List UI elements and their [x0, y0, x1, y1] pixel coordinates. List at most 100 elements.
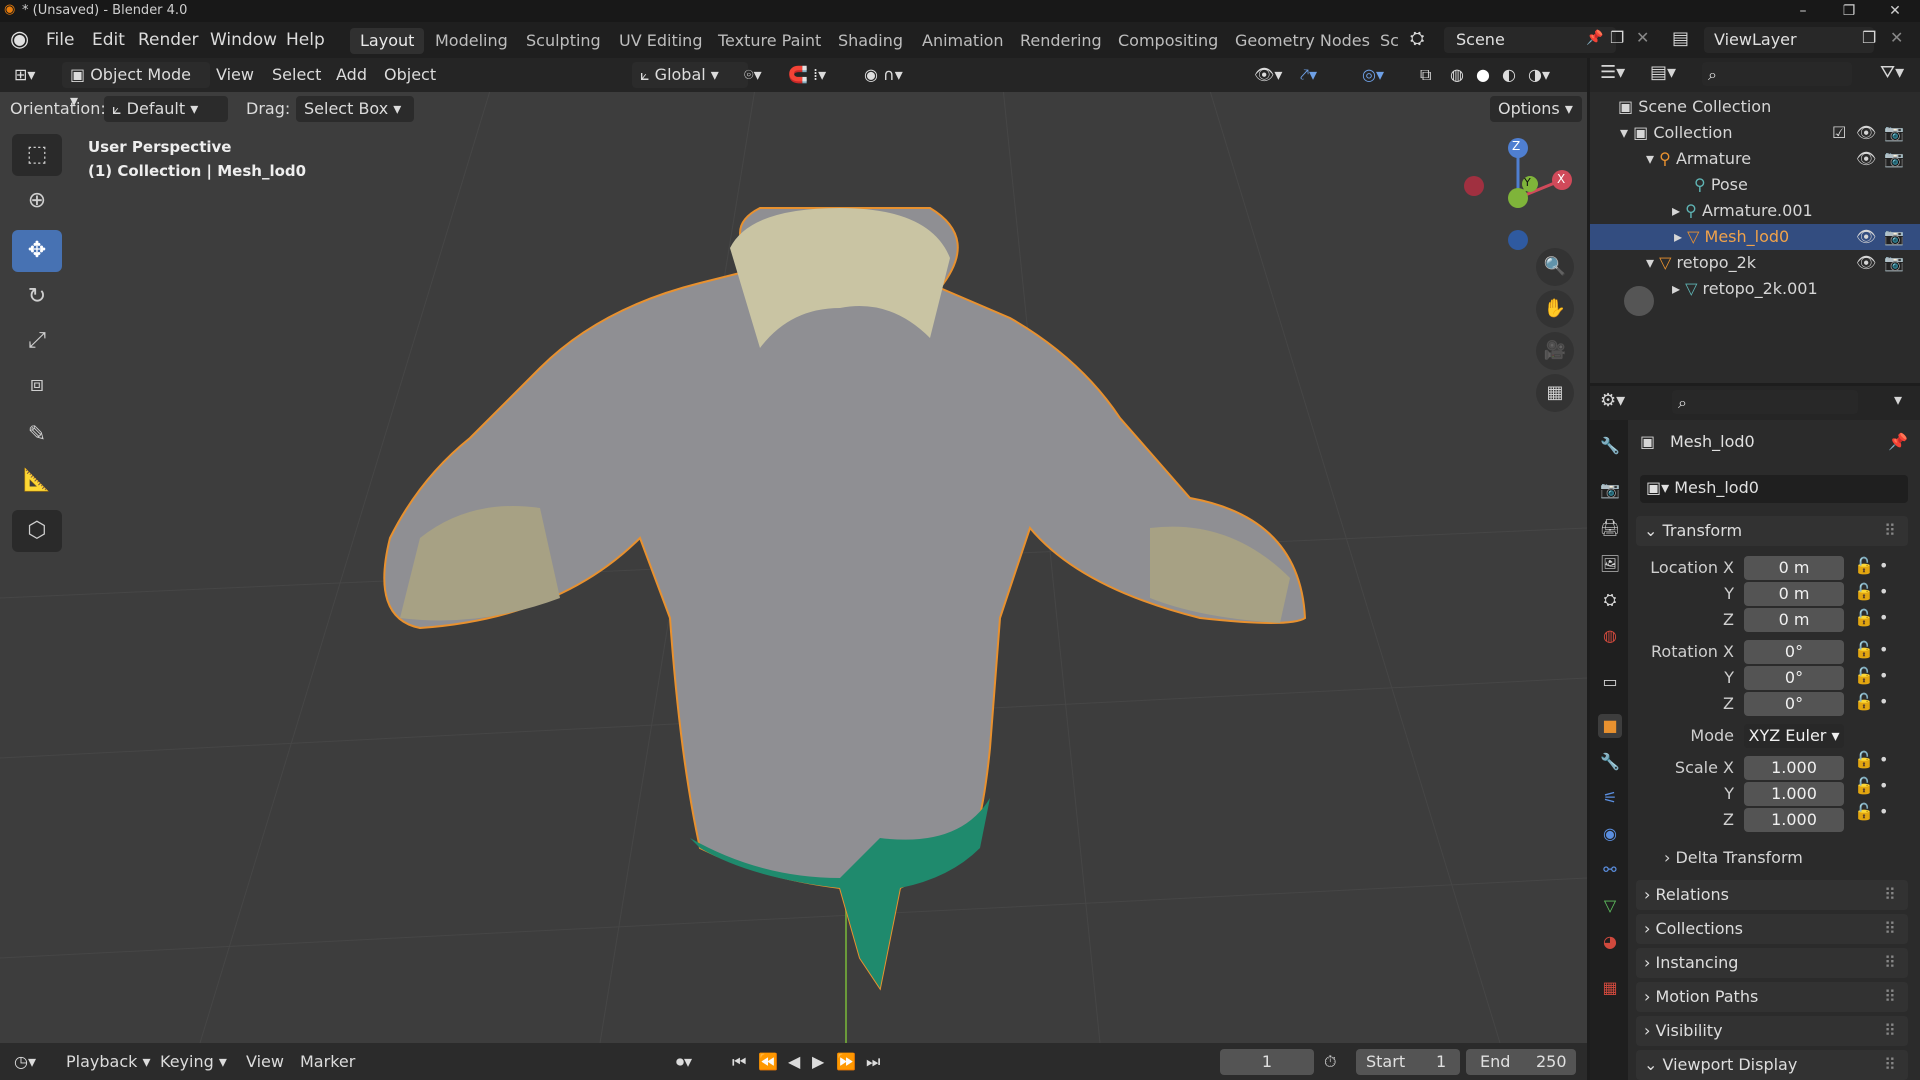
lock-icon[interactable]: 🔓 — [1854, 608, 1874, 627]
location-x-field[interactable]: 0 m — [1744, 556, 1844, 580]
clock-icon[interactable]: ⏱ — [1324, 1049, 1336, 1075]
view-layer-field[interactable]: ViewLayer — [1704, 27, 1874, 53]
tab-uv-editing[interactable]: UV Editing — [609, 28, 712, 54]
menu-add[interactable]: Add — [336, 62, 367, 88]
tab-modeling[interactable]: Modeling — [425, 28, 518, 54]
relations-panel[interactable]: › Relations ⠿ — [1636, 880, 1908, 910]
keyframe-dot-icon[interactable]: • — [1879, 608, 1888, 627]
rotation-x-field[interactable]: 0° — [1744, 640, 1844, 664]
drag-handle-icon[interactable]: ⠿ — [1884, 880, 1896, 910]
menu-keying[interactable]: Keying ▾ — [160, 1049, 227, 1075]
outliner-row-collection[interactable]: ▾ ▣ Collection ☑ 👁 📷 — [1620, 120, 1920, 146]
drag-handle-icon[interactable]: ⠿ — [1884, 948, 1896, 978]
lock-icon[interactable]: 🔓 — [1854, 802, 1874, 821]
transform-orientation-dropdown[interactable]: ⟀ Global ▾ — [632, 62, 748, 88]
keyframe-dot-icon[interactable]: • — [1879, 776, 1888, 795]
current-frame-field[interactable]: 1 — [1220, 1049, 1314, 1075]
world-tab-icon[interactable]: ◍ — [1598, 624, 1622, 648]
menu-playback[interactable]: Playback ▾ — [66, 1049, 151, 1075]
orientation-dropdown[interactable]: ⟀ Default ▾ — [104, 96, 228, 122]
material-tab-icon[interactable]: ◕ — [1598, 930, 1622, 954]
tab-scripting[interactable]: Sc — [1370, 28, 1409, 54]
move-tool[interactable]: ✥ — [12, 230, 62, 272]
outliner-row-retopo-2k-001[interactable]: ▸ ▽ retopo_2k.001 — [1672, 276, 1920, 302]
scene-tab-icon[interactable]: ⛭ — [1598, 588, 1622, 612]
transform-panel-header[interactable]: ⌄ Transform ⠿ — [1636, 516, 1908, 546]
gizmo-toggle-icon[interactable]: ⤤▾ — [1300, 62, 1317, 88]
eye-icon[interactable]: 👁 — [1856, 224, 1876, 250]
outliner-row-mesh-lod0[interactable]: ▸ ▽ Mesh_lod0 👁 📷 — [1590, 224, 1920, 250]
maximize-button[interactable]: ❐ — [1826, 0, 1872, 22]
jump-keyframe-forward-icon[interactable]: ⏩ — [836, 1049, 856, 1075]
minimize-button[interactable]: – — [1780, 0, 1826, 22]
particles-tab-icon[interactable]: ⚟ — [1598, 786, 1622, 810]
new-view-layer-icon[interactable]: ❐ — [1862, 28, 1876, 47]
tab-geometry-nodes[interactable]: Geometry Nodes — [1225, 28, 1380, 54]
delta-transform-subpanel[interactable]: › Delta Transform — [1664, 848, 1803, 867]
drag-handle-icon[interactable]: ⠿ — [1884, 982, 1896, 1012]
menu-help[interactable]: Help — [286, 30, 325, 50]
menu-object[interactable]: Object — [384, 62, 436, 88]
rotation-y-field[interactable]: 0° — [1744, 666, 1844, 690]
tool-tab-icon[interactable]: 🔧 — [1598, 434, 1622, 458]
rendered-shading-icon[interactable]: ◑▾ — [1528, 62, 1550, 88]
keyframe-dot-icon[interactable]: • — [1879, 750, 1888, 769]
expand-icon[interactable]: ▾ — [1646, 149, 1654, 168]
data-tab-icon[interactable]: ▽ — [1598, 894, 1622, 918]
outliner-row-armature[interactable]: ▾ ⚲ Armature 👁 📷 — [1646, 146, 1920, 172]
keyframe-dot-icon[interactable]: • — [1879, 556, 1888, 575]
annotate-tool[interactable]: ✎ — [12, 414, 62, 456]
visibility-icon[interactable]: 👁▾ — [1254, 62, 1282, 88]
collections-panel[interactable]: › Collections ⠿ — [1636, 914, 1908, 944]
properties-search-input[interactable]: ⌕ — [1672, 390, 1858, 414]
keyframe-dot-icon[interactable]: • — [1879, 666, 1888, 685]
keyframe-dot-icon[interactable]: • — [1879, 802, 1888, 821]
menu-timeline-view[interactable]: View — [246, 1049, 284, 1075]
blender-menu-icon[interactable]: ◉ — [10, 27, 29, 52]
record-icon[interactable]: ⏺▾ — [676, 1049, 692, 1075]
snap-icon[interactable]: 🧲 ⁞▾ — [788, 62, 826, 88]
play-reverse-icon[interactable]: ◀ — [788, 1049, 800, 1075]
jump-start-icon[interactable]: ⏮ — [732, 1049, 746, 1075]
close-window-button[interactable]: ✕ — [1872, 0, 1918, 22]
camera-icon[interactable]: 📷 — [1884, 120, 1904, 146]
view-layer-icon[interactable]: ▤ — [1672, 28, 1689, 49]
measure-tool[interactable]: 📐 — [12, 460, 62, 502]
3d-viewport[interactable]: User Perspective (1) Collection | Mesh_l… — [0, 58, 1587, 1043]
viewport-display-panel[interactable]: ⌄ Viewport Display ⠿ — [1636, 1050, 1908, 1080]
solid-shading-icon[interactable]: ● — [1476, 62, 1490, 88]
eye-icon[interactable]: 👁 — [1856, 146, 1876, 172]
jump-keyframe-back-icon[interactable]: ⏪ — [758, 1049, 778, 1075]
eye-icon[interactable]: 👁 — [1856, 250, 1876, 276]
keyframe-dot-icon[interactable]: • — [1879, 582, 1888, 601]
properties-options-icon[interactable]: ▾ — [1894, 390, 1902, 409]
tab-compositing[interactable]: Compositing — [1108, 28, 1228, 54]
new-scene-icon[interactable]: ❐ — [1610, 28, 1624, 47]
tab-shading[interactable]: Shading — [828, 28, 913, 54]
rotation-z-field[interactable]: 0° — [1744, 692, 1844, 716]
outliner-row-scene-collection[interactable]: ▣ Scene Collection — [1618, 94, 1918, 120]
tab-animation[interactable]: Animation — [912, 28, 1014, 54]
properties-editor-icon[interactable]: ⚙▾ — [1600, 390, 1625, 411]
instancing-panel[interactable]: › Instancing ⠿ — [1636, 948, 1908, 978]
drag-handle-icon[interactable]: ⠿ — [1884, 914, 1896, 944]
pivot-icon[interactable]: ⌾▾ — [744, 62, 762, 88]
filter-icon[interactable]: ⛛▾ — [1880, 62, 1904, 83]
drag-handle-icon[interactable]: ⠿ — [1884, 1016, 1896, 1046]
tab-rendering[interactable]: Rendering — [1010, 28, 1112, 54]
outliner-row-pose[interactable]: ⚲ Pose — [1694, 172, 1920, 198]
collection-tab-icon[interactable]: ▭ — [1598, 670, 1622, 694]
navigation-gizmo[interactable]: Z Y X — [1460, 138, 1580, 258]
menu-window[interactable]: Window — [210, 30, 277, 50]
tab-sculpting[interactable]: Sculpting — [516, 28, 611, 54]
scale-tool[interactable]: ⤢ — [12, 320, 62, 362]
expand-icon[interactable]: ▾ — [1646, 253, 1654, 272]
expand-icon[interactable]: ▾ — [1620, 123, 1628, 142]
editor-type-icon[interactable]: ⊞▾ — [14, 62, 35, 88]
expand-icon[interactable]: ▸ — [1672, 279, 1680, 298]
outliner-row-retopo-2k[interactable]: ▾ ▽ retopo_2k 👁 📷 — [1646, 250, 1920, 276]
outliner-editor-icon[interactable]: ☰▾ — [1600, 62, 1625, 83]
pan-button[interactable]: ✋ — [1536, 290, 1574, 328]
pin-scene-icon[interactable]: 📌 — [1586, 30, 1603, 46]
lock-icon[interactable]: 🔓 — [1854, 666, 1874, 685]
